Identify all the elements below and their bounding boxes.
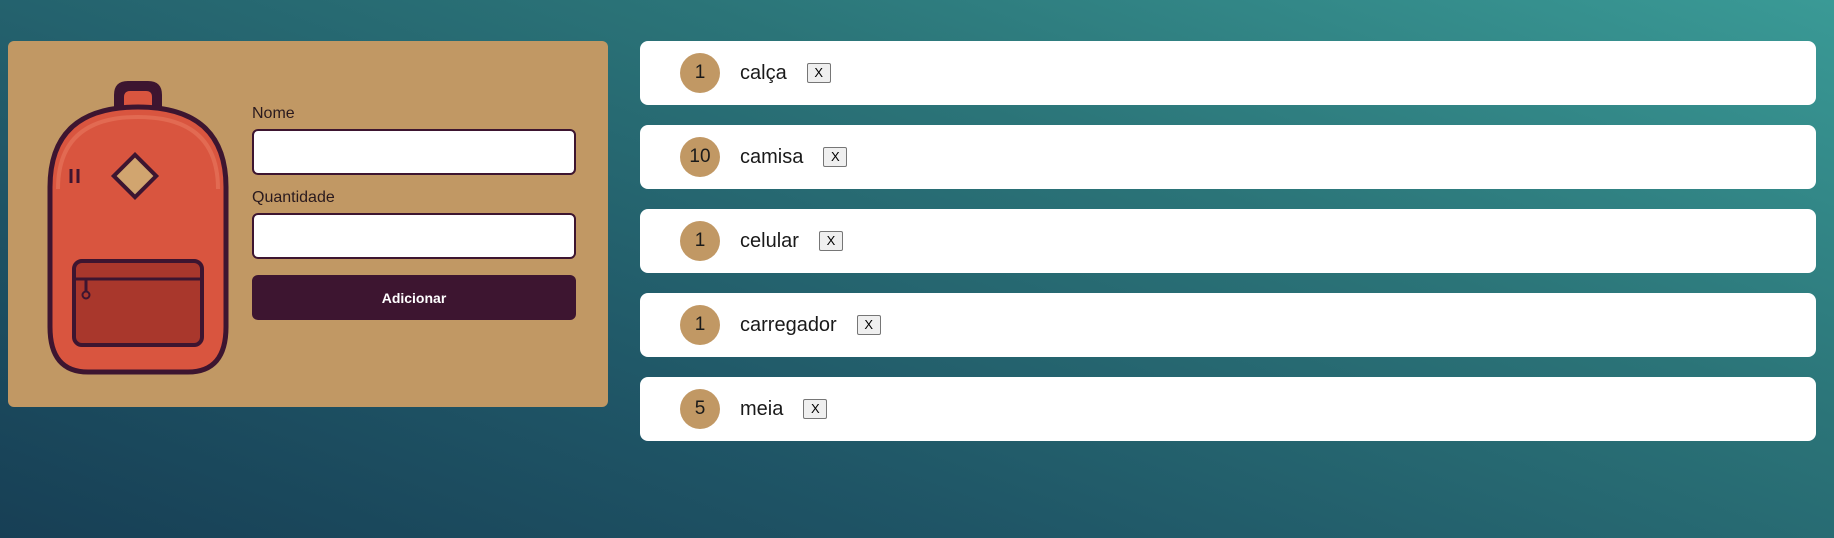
nome-label: Nome: [252, 105, 295, 122]
remove-item-button[interactable]: X: [803, 399, 828, 419]
add-item-form: Nome Quantidade Adicionar: [252, 105, 576, 320]
list-item: 10 camisa X: [640, 125, 1816, 189]
remove-item-button[interactable]: X: [806, 63, 831, 83]
item-name: carregador: [740, 313, 837, 336]
remove-item-button[interactable]: X: [856, 315, 881, 335]
item-name: camisa: [740, 145, 804, 168]
quantity-badge: 5: [680, 389, 720, 429]
item-name: calça: [740, 61, 787, 84]
nome-input[interactable]: [252, 129, 576, 175]
quantity-badge: 1: [680, 305, 720, 345]
item-name: meia: [740, 397, 784, 420]
list-item: 1 celular X: [640, 209, 1816, 273]
add-item-panel: Nome Quantidade Adicionar: [8, 41, 608, 407]
items-list: 1 calça X 10 camisa X 1 celular X 1 carr…: [640, 41, 1816, 461]
quantity-badge: 1: [680, 221, 720, 261]
remove-item-button[interactable]: X: [823, 147, 848, 167]
remove-item-button[interactable]: X: [818, 231, 843, 251]
list-item: 5 meia X: [640, 377, 1816, 441]
list-item: 1 calça X: [640, 41, 1816, 105]
adicionar-button[interactable]: Adicionar: [252, 275, 576, 320]
quantity-badge: 10: [680, 137, 720, 177]
list-item: 1 carregador X: [640, 293, 1816, 357]
item-name: celular: [740, 229, 799, 252]
quantidade-label: Quantidade: [252, 189, 335, 206]
quantidade-input[interactable]: [252, 213, 576, 259]
quantity-badge: 1: [680, 53, 720, 93]
backpack-illustration: [47, 81, 229, 375]
